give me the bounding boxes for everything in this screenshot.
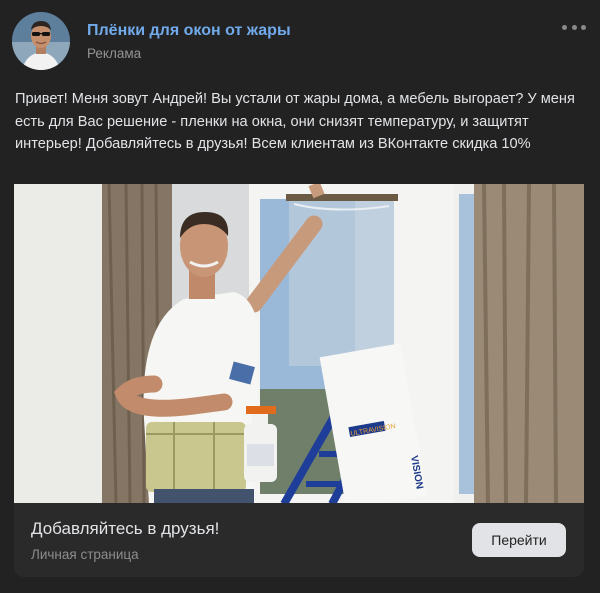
ad-post: Плёнки для окон от жары Реклама Привет! … (0, 0, 600, 593)
more-horizontal-icon[interactable] (562, 20, 586, 34)
ad-label: Реклама (87, 46, 142, 61)
post-text: Привет! Меня зовут Андрей! Вы устали от … (15, 91, 575, 152)
author-name-link[interactable]: Плёнки для окон от жары (87, 22, 291, 40)
ad-snippet: Добавляйтесь в друзья! Личная страница П… (14, 503, 584, 577)
author-avatar[interactable] (12, 12, 70, 70)
post-header: Плёнки для окон от жары Реклама (12, 12, 588, 70)
dot (562, 24, 567, 30)
snippet-subtitle: Личная страница (31, 547, 139, 562)
go-button[interactable]: Перейти (472, 523, 566, 557)
snippet-title: Добавляйтесь в друзья! (31, 519, 220, 538)
post-image[interactable]: ULTRAVISION VISION (14, 184, 584, 504)
dot (581, 24, 586, 30)
dot (571, 24, 577, 30)
